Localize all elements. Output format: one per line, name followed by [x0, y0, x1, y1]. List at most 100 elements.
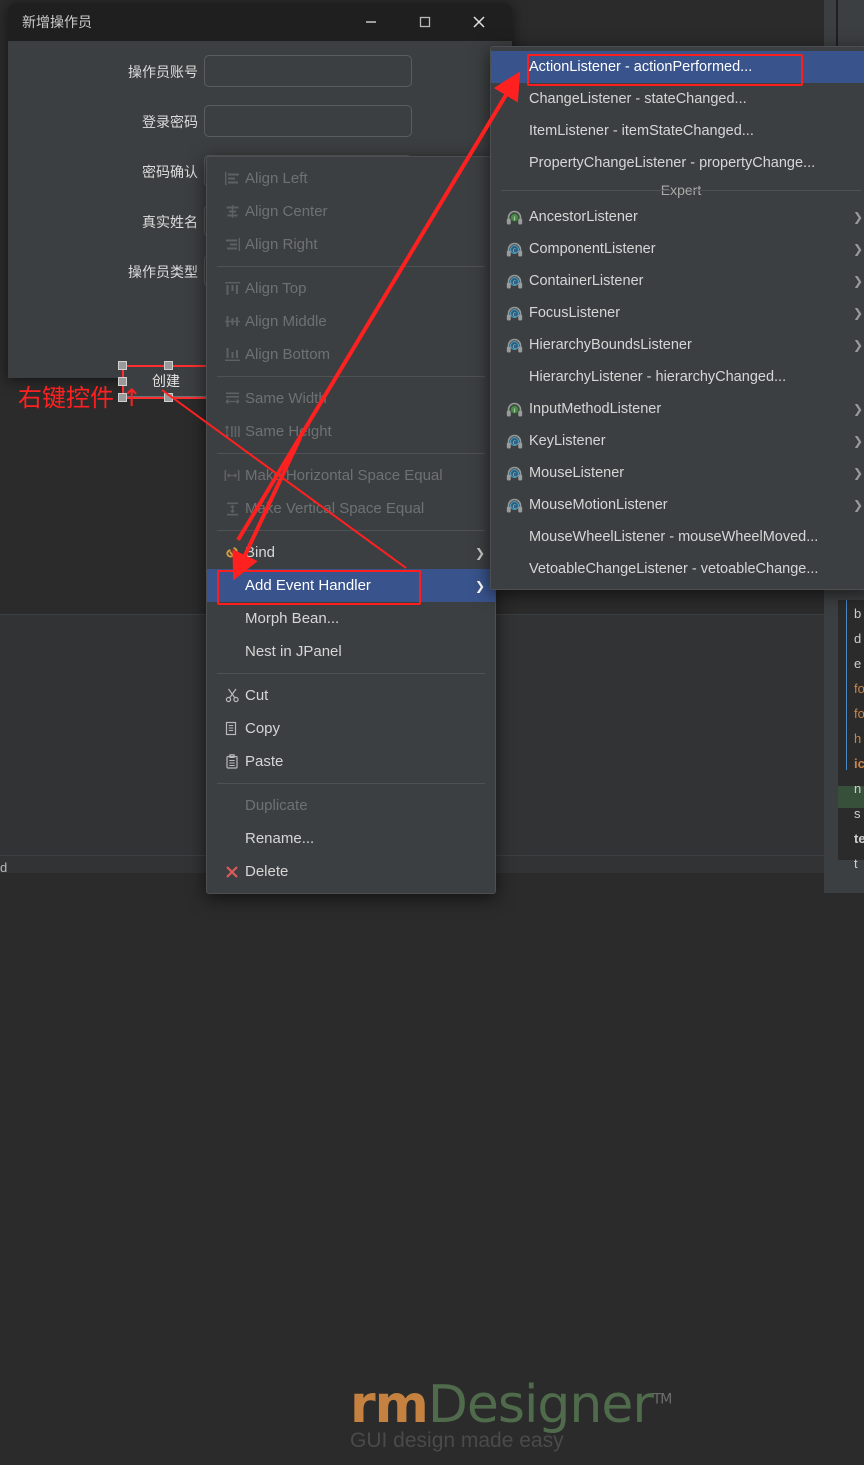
menu-item-align-top[interactable]: Align Top: [207, 272, 495, 305]
submenu-item-focuslistener[interactable]: C FocusListener ❯: [491, 297, 864, 329]
submenu-item-containerlistener[interactable]: C ContainerListener ❯: [491, 265, 864, 297]
svg-text:C: C: [512, 472, 516, 478]
menu-separator: [217, 530, 485, 531]
chevron-right-icon: ❯: [852, 306, 863, 320]
submenu-item-mousewheellistener[interactable]: MouseWheelListener - mouseWheelMoved...: [491, 521, 864, 553]
submenu-item-actionlistener[interactable]: ActionListener - actionPerformed...: [491, 51, 864, 86]
copy-icon: [219, 721, 245, 736]
menu-item-label: Bind: [245, 544, 276, 561]
menu-item-same-width[interactable]: Same Width: [207, 382, 495, 415]
submenu-item-propertychangelistener[interactable]: PropertyChangeListener - propertyChange.…: [491, 147, 864, 179]
listener-green-icon: I: [499, 210, 529, 225]
menu-item-align-right[interactable]: Align Right: [207, 228, 495, 261]
submenu-item-label: HierarchyBoundsListener: [529, 337, 692, 353]
menu-separator: [217, 376, 485, 377]
chevron-right-icon: ❯: [852, 210, 863, 224]
component-context-menu[interactable]: Align Left Align Center Align Right Alig…: [206, 156, 496, 894]
submenu-item-label: KeyListener: [529, 433, 606, 449]
menu-item-cut[interactable]: Cut: [207, 679, 495, 712]
menu-item-label: Align Middle: [245, 313, 327, 330]
listener-blue-icon: C: [499, 274, 529, 289]
menu-item-paste[interactable]: Paste: [207, 745, 495, 778]
resize-handle-top-middle[interactable]: [164, 361, 173, 370]
property-name-fragment: s: [854, 806, 861, 821]
watermark-brand: rmDesignerTM: [350, 1375, 820, 1435]
v-space-icon: [219, 502, 245, 516]
paste-icon: [219, 754, 245, 769]
submenu-item-label: FocusListener: [529, 305, 621, 321]
menu-item-align-left[interactable]: Align Left: [207, 162, 495, 195]
submenu-item-keylistener[interactable]: C KeyListener ❯: [491, 425, 864, 457]
menu-item-label: Same Width: [245, 390, 327, 407]
menu-item-nest-in-jpanel[interactable]: Nest in JPanel: [207, 635, 495, 668]
menu-item-bind[interactable]: Bind ❯: [207, 536, 495, 569]
submenu-item-label: MouseListener: [529, 465, 625, 481]
resize-handle-top-left[interactable]: [118, 361, 127, 370]
watermark-brand-green: Designer: [427, 1375, 654, 1435]
property-name-fragment: ic: [854, 756, 864, 771]
field-input-password[interactable]: [204, 105, 412, 137]
listener-blue-icon: C: [499, 242, 529, 257]
field-input-account[interactable]: [204, 55, 412, 87]
submenu-item-hierarchyboundslistener[interactable]: C HierarchyBoundsListener ❯: [491, 329, 864, 361]
submenu-item-vetoablechangelistener[interactable]: VetoableChangeListener - vetoableChange.…: [491, 553, 864, 585]
h-space-icon: [219, 469, 245, 482]
listener-blue-icon: C: [499, 498, 529, 513]
submenu-item-mousemotionlistener[interactable]: C MouseMotionListener ❯: [491, 489, 864, 521]
form-row: 操作员账号: [8, 55, 512, 89]
maximize-icon[interactable]: [402, 3, 448, 41]
submenu-item-inputmethodlistener[interactable]: I InputMethodListener ❯: [491, 393, 864, 425]
menu-item-label: Paste: [245, 753, 284, 770]
submenu-item-changelistener[interactable]: ChangeListener - stateChanged...: [491, 83, 864, 115]
submenu-item-componentlistener[interactable]: C ComponentListener ❯: [491, 233, 864, 265]
dialog-titlebar: 新增操作员: [8, 3, 512, 41]
field-label-realname: 真实姓名: [142, 214, 198, 230]
watermark-tagline: GUI design made easy: [350, 1429, 564, 1452]
submenu-item-label: ComponentListener: [529, 241, 656, 257]
jformdesigner-watermark: rmDesignerTM GUI design made easy: [350, 1375, 820, 1465]
submenu-item-itemlistener[interactable]: ItemListener - itemStateChanged...: [491, 115, 864, 147]
property-divider[interactable]: [846, 600, 847, 770]
dialog-title: 新增操作员: [22, 14, 92, 30]
menu-item-make-vertical-space-equal[interactable]: Make Vertical Space Equal: [207, 492, 495, 525]
listener-green-icon: I: [499, 402, 529, 417]
chevron-right-icon: ❯: [852, 242, 863, 256]
bind-icon: [219, 545, 245, 560]
property-name-fragment: h: [854, 731, 862, 746]
menu-item-label: Align Center: [245, 203, 328, 220]
submenu-item-label: ItemListener - itemStateChanged...: [529, 123, 754, 139]
menu-item-rename[interactable]: Rename...: [207, 822, 495, 855]
svg-text:C: C: [512, 504, 516, 510]
submenu-item-hierarchylistener[interactable]: HierarchyListener - hierarchyChanged...: [491, 361, 864, 393]
delete-icon: [219, 865, 245, 879]
submenu-item-mouselistener[interactable]: C MouseListener ❯: [491, 457, 864, 489]
menu-item-morph-bean[interactable]: Morph Bean...: [207, 602, 495, 635]
chevron-right-icon: ❯: [474, 578, 485, 593]
align-bottom-icon: [219, 348, 245, 361]
chevron-right-icon: ❯: [852, 402, 863, 416]
menu-item-copy[interactable]: Copy: [207, 712, 495, 745]
submenu-item-label: VetoableChangeListener - vetoableChange.…: [529, 561, 819, 577]
status-text-fragment: d: [0, 860, 8, 875]
resize-handle-bottom-middle[interactable]: [164, 393, 173, 402]
menu-item-add-event-handler[interactable]: Add Event Handler ❯: [207, 569, 495, 605]
chevron-right-icon: ❯: [852, 498, 863, 512]
submenu-group-expert: Expert: [491, 179, 864, 201]
menu-item-make-horizontal-space-equal[interactable]: Make Horizontal Space Equal: [207, 459, 495, 492]
menu-item-label: Make Vertical Space Equal: [245, 500, 425, 517]
property-name-fragment: n: [854, 781, 862, 796]
field-label-password: 登录密码: [142, 114, 198, 130]
menu-item-align-center[interactable]: Align Center: [207, 195, 495, 228]
menu-item-align-middle[interactable]: Align Middle: [207, 305, 495, 338]
menu-item-same-height[interactable]: Same Height: [207, 415, 495, 448]
add-event-handler-submenu[interactable]: ActionListener - actionPerformed... Chan…: [490, 46, 864, 590]
minimize-icon[interactable]: [348, 3, 394, 41]
menu-item-align-bottom[interactable]: Align Bottom: [207, 338, 495, 371]
submenu-item-ancestorlistener[interactable]: I AncestorListener ❯: [491, 201, 864, 233]
field-label-account: 操作员账号: [128, 64, 198, 80]
chevron-right-icon: ❯: [852, 338, 863, 352]
menu-item-label: Same Height: [245, 423, 332, 440]
menu-item-duplicate[interactable]: Duplicate: [207, 789, 495, 822]
menu-item-delete[interactable]: Delete: [207, 855, 495, 888]
close-icon[interactable]: [456, 3, 502, 41]
